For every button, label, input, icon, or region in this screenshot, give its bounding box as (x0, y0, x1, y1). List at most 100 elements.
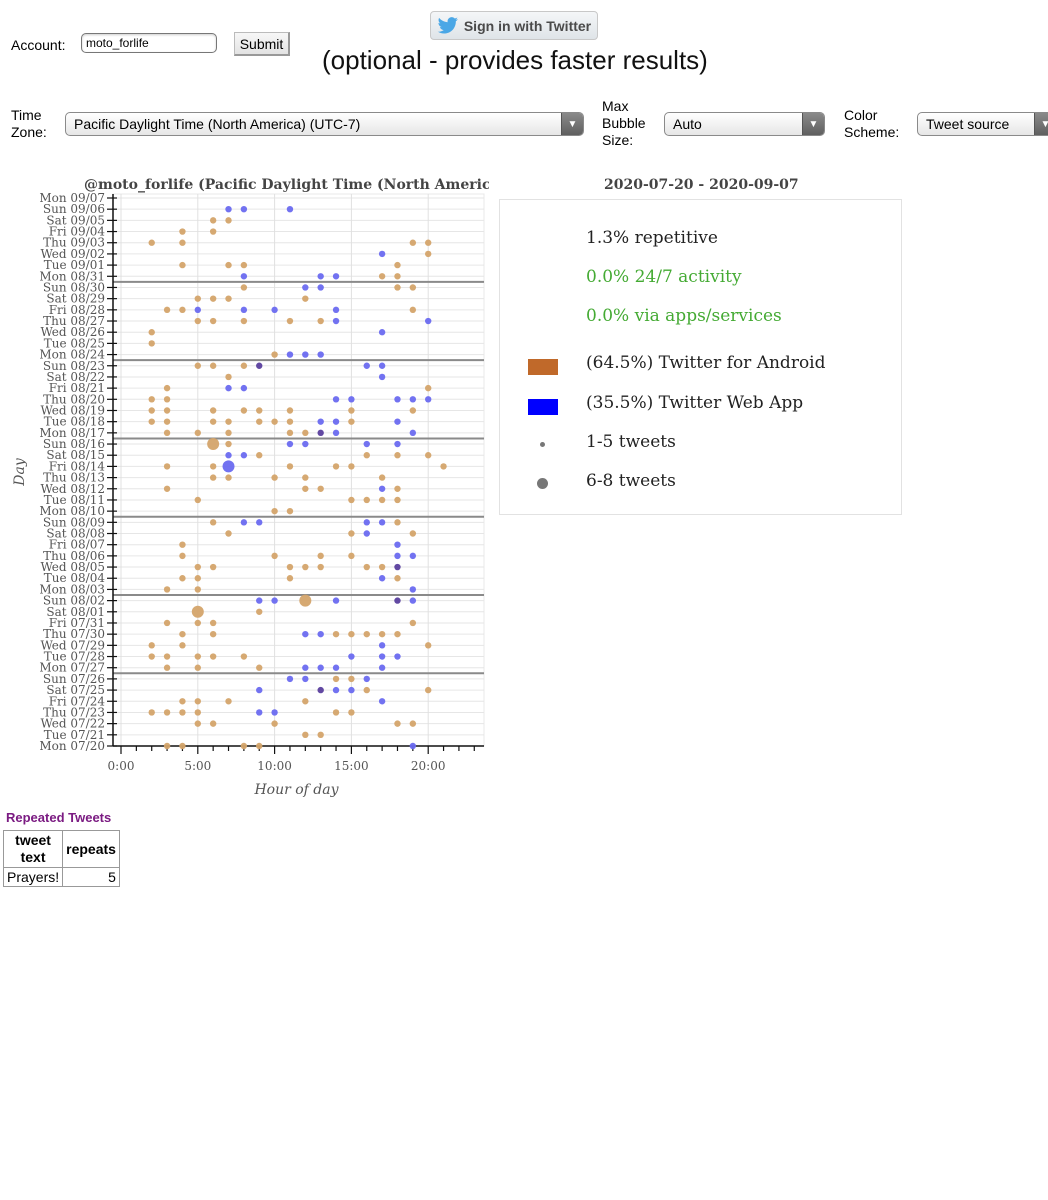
data-point (317, 664, 324, 671)
data-point (194, 698, 201, 705)
data-point (425, 396, 432, 403)
optional-note: (optional - provides faster results) (322, 45, 708, 75)
legend-android: (64.5%) Twitter for Android (586, 353, 826, 373)
data-point (271, 306, 278, 314)
data-point (286, 418, 294, 425)
data-point (394, 485, 401, 492)
data-point (209, 228, 217, 235)
data-point (225, 418, 232, 425)
data-point (209, 295, 217, 302)
submit-button[interactable]: Submit (234, 32, 290, 56)
data-point (194, 306, 201, 314)
data-point (348, 418, 355, 425)
data-point (256, 664, 263, 671)
data-point (378, 563, 386, 571)
activity-chart: Mon 09/07Sun 09/06Sat 09/05Fri 09/04Thu … (12, 191, 485, 798)
data-point (179, 630, 186, 638)
data-point (240, 452, 248, 459)
data-point (225, 698, 232, 705)
data-point (225, 373, 232, 381)
data-point (394, 273, 401, 280)
data-point (271, 720, 278, 727)
data-point (179, 261, 186, 269)
data-point (225, 261, 232, 269)
column-header-line: tweet (15, 832, 51, 848)
data-point (409, 619, 417, 627)
data-point (394, 396, 401, 403)
data-point (271, 474, 278, 481)
data-point (209, 217, 217, 224)
data-point (148, 396, 155, 403)
column-header-line: text (20, 849, 46, 865)
legend-247-activity: 0.0% 24/7 activity (586, 267, 742, 287)
legend-repetitive: 1.3% repetitive (586, 228, 718, 248)
data-point (363, 630, 370, 638)
data-point (317, 284, 324, 291)
data-point (378, 329, 386, 336)
data-point (394, 440, 401, 448)
data-point (209, 407, 217, 414)
data-point (179, 228, 186, 235)
data-point (394, 653, 401, 660)
data-point (394, 261, 401, 269)
data-point (394, 552, 401, 560)
data-point (378, 273, 386, 280)
chevron-down-icon: ▼ (561, 113, 583, 135)
data-point (163, 396, 171, 403)
twitter-signin-button[interactable]: Sign in with Twitter (430, 11, 598, 40)
data-point (409, 306, 417, 314)
data-point (194, 362, 201, 369)
data-point (332, 306, 340, 314)
account-input[interactable] (81, 33, 217, 53)
column-header-repeats: repeats (62, 830, 120, 868)
data-point (209, 463, 217, 470)
bubble-size-label-line: Max (602, 98, 629, 114)
data-point (332, 273, 340, 280)
data-point (363, 686, 370, 694)
y-tick-label: Mon 07/20 (39, 739, 105, 753)
data-point (332, 686, 340, 694)
data-point (225, 429, 232, 437)
data-point (179, 541, 186, 548)
data-point (302, 485, 309, 492)
data-point (194, 295, 201, 302)
data-point (209, 418, 217, 425)
x-tick-label: 5:00 (184, 759, 211, 773)
data-point (148, 239, 155, 246)
data-point (286, 407, 294, 414)
data-point (286, 575, 294, 582)
data-point (332, 597, 340, 604)
data-point (348, 496, 355, 504)
account-label: Account: (11, 37, 66, 53)
data-point (240, 306, 248, 314)
data-point (332, 709, 340, 716)
data-point (194, 720, 201, 727)
data-point (317, 485, 324, 492)
data-point (378, 373, 386, 381)
data-point (394, 418, 401, 425)
data-point (409, 239, 417, 246)
timezone-select[interactable]: Pacific Daylight Time (North America) (U… (65, 112, 584, 136)
bubble-size-select[interactable]: Auto ▼ (664, 112, 825, 136)
data-point (378, 630, 386, 638)
chevron-down-icon: ▼ (1034, 113, 1048, 135)
bubble-size-select-value: Auto (673, 116, 702, 132)
data-point (148, 709, 155, 716)
data-point (409, 597, 417, 604)
data-point (256, 418, 263, 425)
data-point (409, 742, 417, 750)
data-point (317, 351, 324, 358)
data-point (409, 720, 417, 727)
data-point (163, 418, 171, 425)
legend-large-dot-icon (537, 478, 548, 489)
legend-apps-services: 0.0% via apps/services (586, 306, 782, 326)
data-point (179, 575, 186, 582)
data-point (163, 306, 171, 314)
data-point (148, 642, 155, 649)
color-scheme-select[interactable]: Tweet source ▼ (917, 112, 1048, 136)
color-scheme-select-value: Tweet source (926, 116, 1010, 132)
data-point (409, 284, 417, 291)
data-point (209, 317, 217, 325)
data-point (240, 384, 248, 392)
data-point (163, 664, 171, 671)
